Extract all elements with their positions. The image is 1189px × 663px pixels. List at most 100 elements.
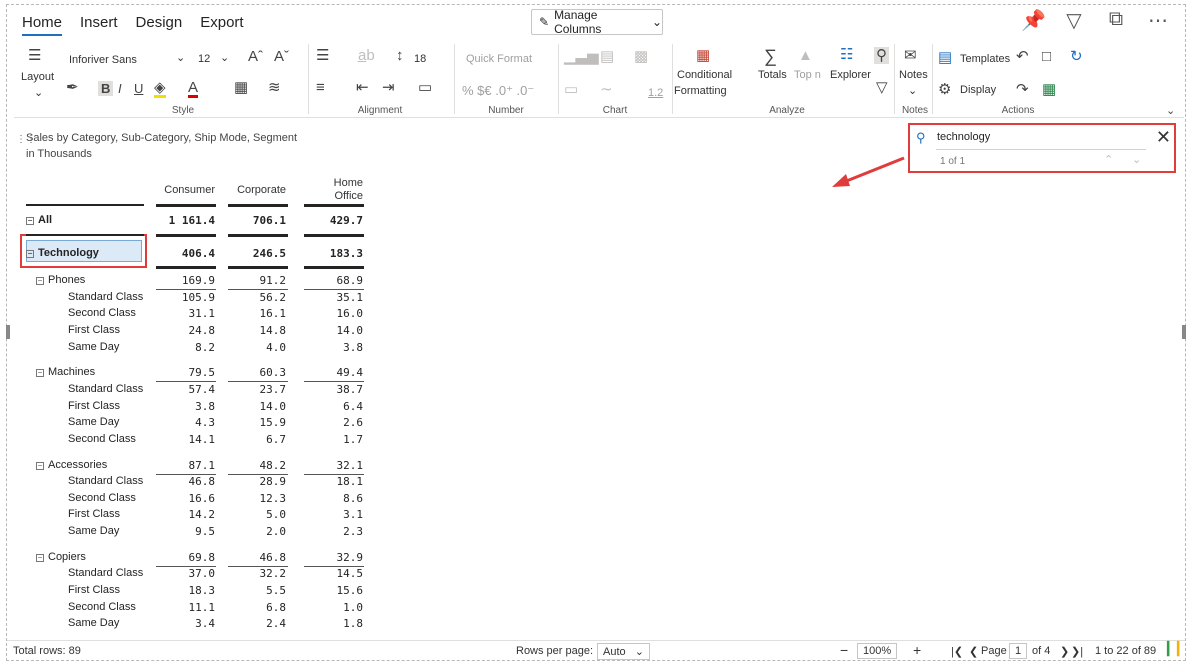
more-options-icon[interactable]: ⋯ <box>1147 8 1169 33</box>
collapse-icon[interactable]: − <box>36 461 44 470</box>
resize-handle-right[interactable] <box>1182 325 1186 339</box>
increase-indent-icon[interactable]: ⇥ <box>382 80 395 95</box>
last-page-icon[interactable]: ❯| <box>1071 645 1083 658</box>
collapse-icon[interactable]: − <box>36 277 44 285</box>
cell-value[interactable]: 6.8 <box>226 601 286 614</box>
cell-value[interactable]: 2.4 <box>226 617 286 630</box>
table-row[interactable]: Standard Class 57.4 23.7 38.7 <box>26 383 371 399</box>
chevron-down-icon[interactable]: ⌄ <box>176 51 185 64</box>
table-row[interactable]: Second Class 14.1 6.7 1.7 <box>26 433 371 449</box>
cell-value[interactable]: 105.9 <box>155 291 215 304</box>
cell-value[interactable]: 24.8 <box>155 324 216 337</box>
cell-value[interactable]: 79.5 <box>155 366 216 379</box>
chevron-down-icon[interactable]: ⌄ <box>220 51 229 64</box>
collapse-icon[interactable]: − <box>26 217 34 225</box>
topn-icon[interactable]: ▲ <box>798 48 813 63</box>
cell-value[interactable]: 4.3 <box>155 416 215 429</box>
column-width-icon[interactable]: ▭ <box>418 80 432 95</box>
select-icon[interactable]: □ <box>1042 49 1051 64</box>
cell-value[interactable]: 3.8 <box>155 400 215 413</box>
notes-label[interactable]: Notes <box>899 69 928 81</box>
bold-icon[interactable]: B <box>98 81 114 96</box>
table-row[interactable]: Second Class 16.6 12.3 8.6 <box>26 492 371 508</box>
layout-label[interactable]: Layout <box>21 71 54 83</box>
layout-icon[interactable]: ☰ <box>28 48 41 63</box>
filter-icon[interactable]: ▽ <box>1063 8 1085 33</box>
tab-home[interactable]: Home <box>22 14 63 36</box>
search-icon[interactable]: ⚲ <box>874 47 889 64</box>
display-label[interactable]: Display <box>960 84 996 96</box>
resize-handle-left[interactable] <box>6 325 10 339</box>
page-number-input[interactable]: 1 <box>1009 643 1028 659</box>
refresh-icon[interactable]: ↻ <box>1070 49 1083 64</box>
table-row[interactable]: Standard Class 105.9 56.2 35.1 <box>26 291 371 307</box>
cell-value[interactable]: 14.0 <box>226 400 287 413</box>
previous-page-icon[interactable]: ❮ <box>969 645 978 658</box>
table-row[interactable]: − Technology 406.4 246.5 183.3 <box>26 247 371 263</box>
text-align-icon[interactable]: ☰ <box>316 48 329 63</box>
conditional-formatting-label-2[interactable]: Formatting <box>674 85 727 97</box>
close-icon[interactable]: ✕ <box>1156 128 1171 146</box>
templates-icon[interactable]: ▤ <box>938 50 952 65</box>
cell-value[interactable]: 15.6 <box>303 584 364 597</box>
cell-value[interactable]: 28.9 <box>226 475 287 488</box>
cell-value[interactable]: 12.3 <box>226 492 287 505</box>
cell-value[interactable]: 18.3 <box>155 584 216 597</box>
cell-value[interactable]: 1.8 <box>303 617 363 630</box>
previous-result-icon[interactable]: ⌃ <box>1104 153 1113 166</box>
rows-per-page-dropdown[interactable]: Auto ⌄ <box>597 643 651 660</box>
vertical-align-icon[interactable]: ≡ <box>316 80 325 95</box>
first-page-icon[interactable]: |❮ <box>951 645 963 658</box>
table-row[interactable]: Second Class 31.1 16.1 16.0 <box>26 307 371 323</box>
table-row[interactable]: First Class 14.2 5.0 3.1 <box>26 508 371 524</box>
search-input[interactable]: technology <box>937 131 990 143</box>
waterfall-chart-icon[interactable]: ▤ <box>600 49 614 64</box>
cell-value[interactable]: 91.2 <box>226 274 287 287</box>
explorer-icon[interactable]: ☷ <box>840 47 853 62</box>
cell-value[interactable]: 48.2 <box>226 459 287 472</box>
next-result-icon[interactable]: ⌄ <box>1132 153 1141 166</box>
cell-value[interactable]: 183.3 <box>303 247 363 260</box>
display-settings-icon[interactable]: ⚙ <box>938 82 951 97</box>
font-size-dropdown[interactable]: 12 <box>198 53 210 65</box>
topn-label[interactable]: Top n <box>794 69 821 81</box>
cell-value[interactable]: 706.1 <box>226 214 286 227</box>
table-row[interactable]: Same Day 9.5 2.0 2.3 <box>26 525 371 541</box>
increase-font-icon[interactable]: Aˆ <box>248 49 263 64</box>
cell-value[interactable]: 3.4 <box>155 617 215 630</box>
cell-value[interactable]: 2.0 <box>226 525 286 538</box>
conditional-formatting-label[interactable]: Conditional <box>677 69 732 81</box>
table-row[interactable]: − Machines 79.5 60.3 49.4 <box>26 366 371 382</box>
cell-value[interactable]: 56.2 <box>226 291 287 304</box>
cell-value[interactable]: 246.5 <box>226 247 286 260</box>
cell-value[interactable]: 6.4 <box>303 400 363 413</box>
add-note-icon[interactable]: ✉ <box>904 48 917 63</box>
cell-value[interactable]: 5.5 <box>226 584 286 597</box>
format-painter-icon[interactable]: ✒ <box>66 80 79 95</box>
cell-value[interactable]: 3.1 <box>303 508 363 521</box>
chevron-down-icon[interactable]: ⌄ <box>908 84 917 97</box>
cell-value[interactable]: 69.8 <box>155 551 216 564</box>
font-color-icon[interactable]: A <box>188 80 199 98</box>
collapse-icon[interactable]: − <box>26 250 34 258</box>
templates-label[interactable]: Templates <box>960 53 1010 65</box>
table-row[interactable]: First Class 3.8 14.0 6.4 <box>26 400 371 416</box>
cell-value[interactable]: 46.8 <box>226 551 287 564</box>
manage-columns-button[interactable]: ✎ Manage Columns ⌄ <box>531 8 663 36</box>
table-row[interactable]: Standard Class 37.0 32.2 14.5 <box>26 567 371 583</box>
wrap-text-icon[interactable]: a̲b <box>358 48 375 63</box>
line-height-value[interactable]: 18 <box>414 53 426 65</box>
cell-value[interactable]: 16.1 <box>226 307 287 320</box>
cell-value[interactable]: 87.1 <box>155 459 216 472</box>
table-row[interactable]: First Class 24.8 14.8 14.0 <box>26 324 371 340</box>
cell-value[interactable]: 11.1 <box>155 601 216 614</box>
cell-value[interactable]: 5.0 <box>226 508 286 521</box>
pin-icon[interactable]: 📌 <box>1021 8 1046 33</box>
undo-icon[interactable]: ↶ <box>1016 49 1029 64</box>
table-row[interactable]: − All 1 161.4 706.1 429.7 <box>26 214 371 230</box>
zoom-level[interactable]: 100% <box>857 643 898 659</box>
table-row[interactable]: Same Day 8.2 4.0 3.8 <box>26 341 371 357</box>
decrease-indent-icon[interactable]: ⇤ <box>356 80 369 95</box>
cell-value[interactable]: 32.1 <box>303 459 364 472</box>
excel-export-icon[interactable]: ▦ <box>1042 82 1056 97</box>
